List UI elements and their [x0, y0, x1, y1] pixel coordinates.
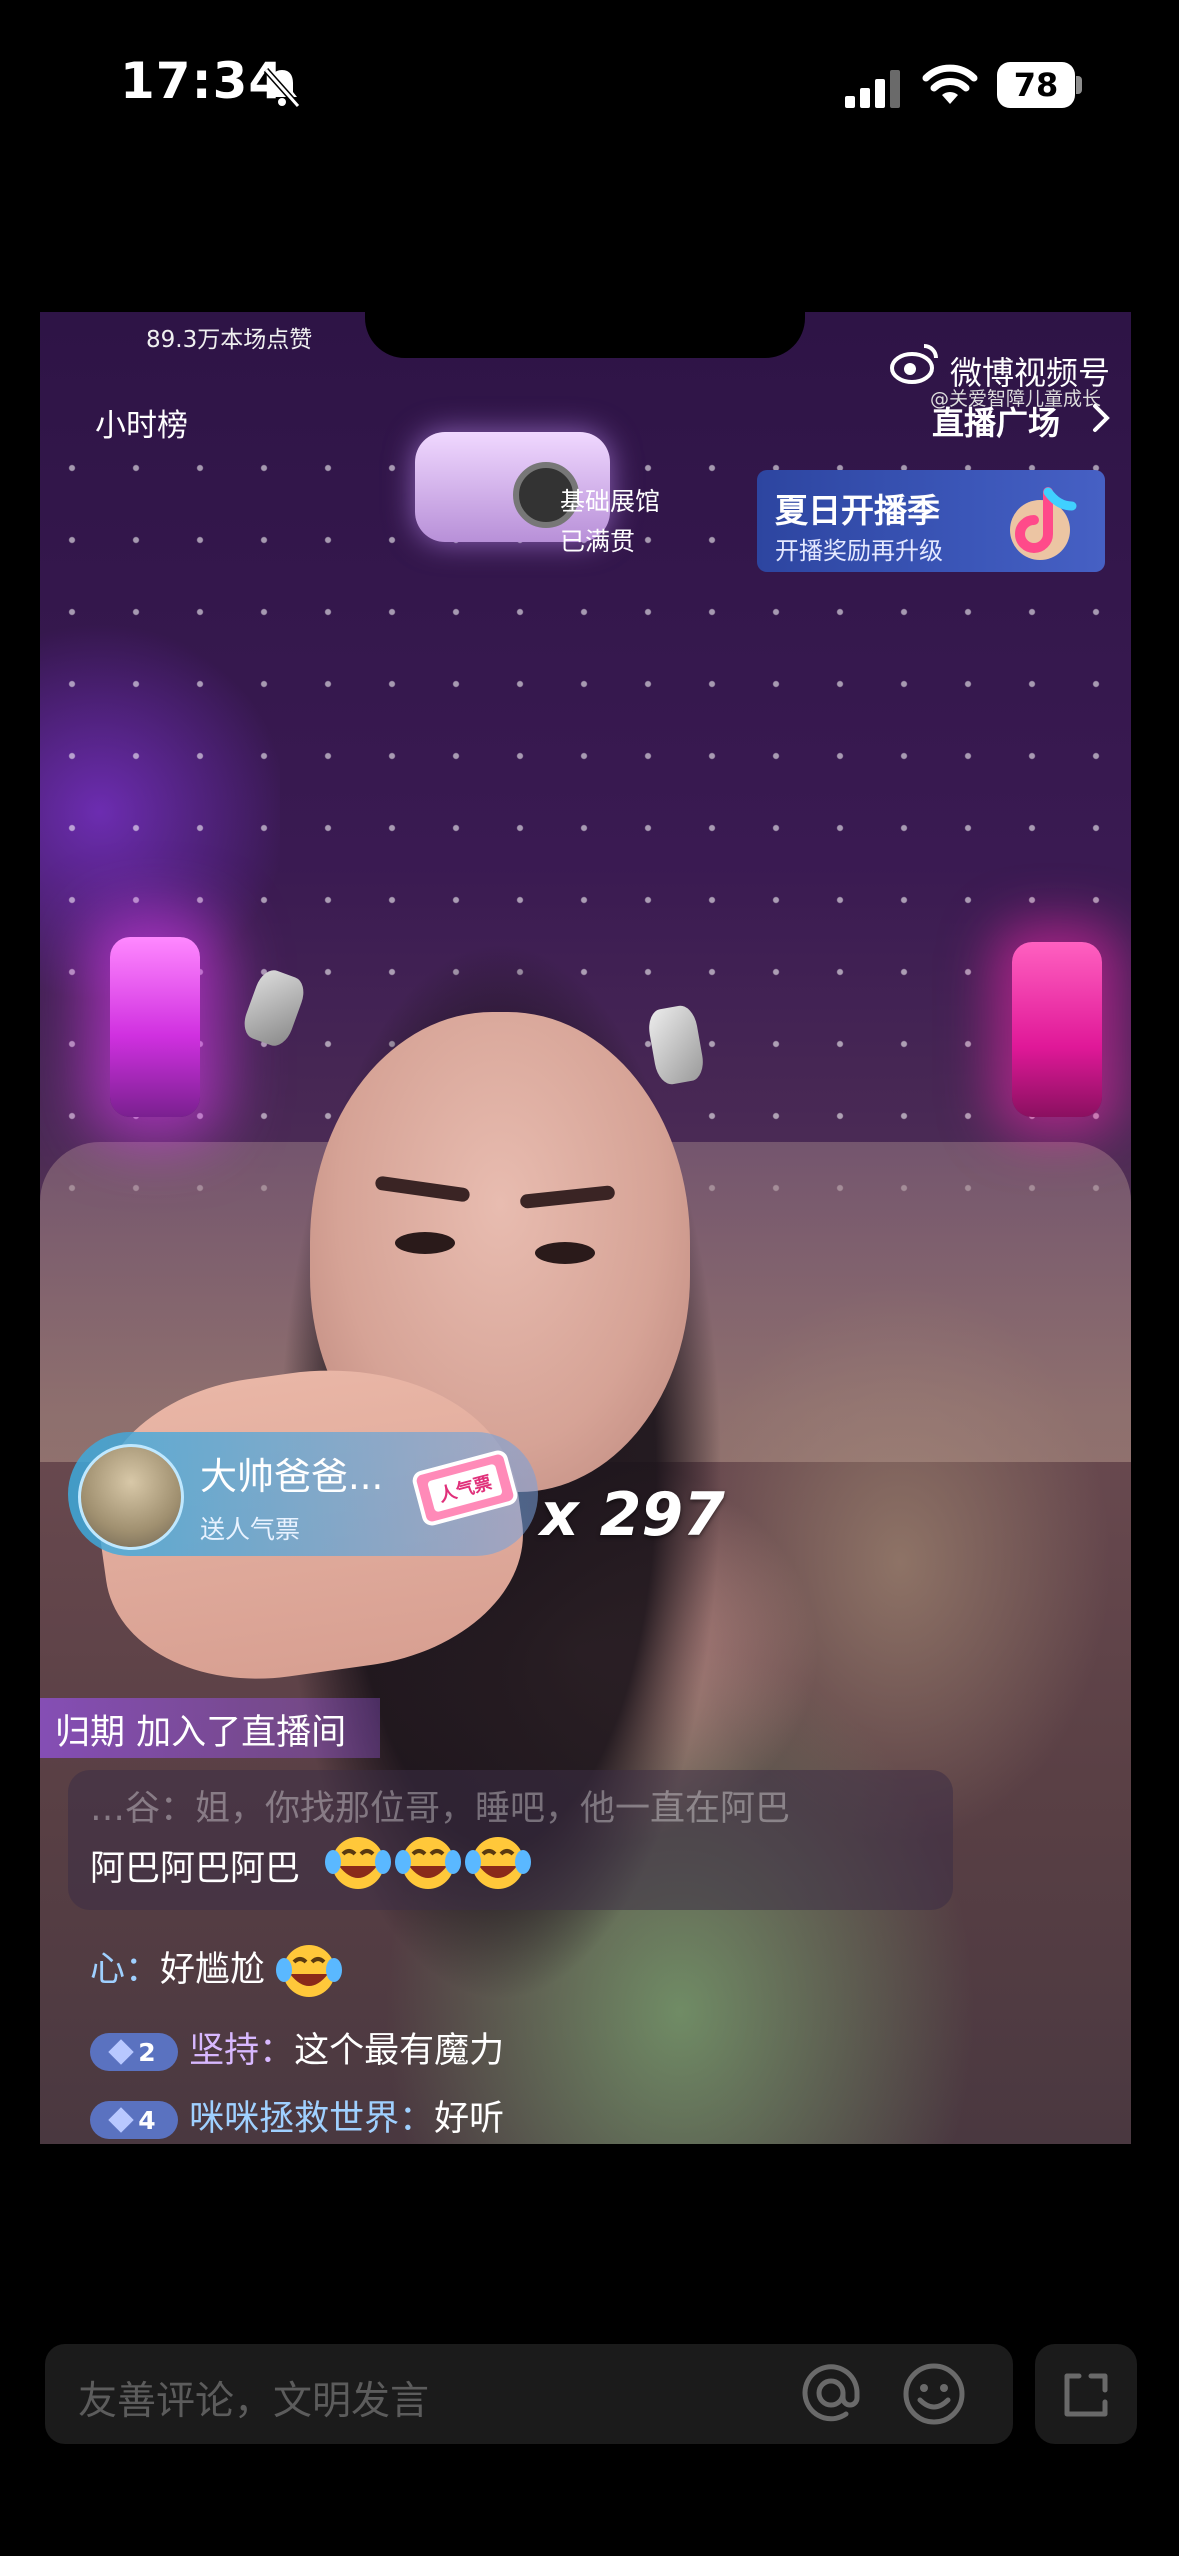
chat-separator: ：	[125, 1950, 161, 1990]
signal-icon	[845, 70, 900, 108]
laugh-cry-emoji-icon	[325, 1837, 391, 1889]
scene-sign-line2: 已满贯	[560, 527, 636, 556]
camera-notch	[365, 312, 805, 358]
level-number: 2	[138, 2037, 156, 2067]
chat-text: 好听	[434, 2099, 505, 2139]
music-note-logo-icon	[1010, 487, 1077, 560]
hour-rank-button[interactable]: 小时榜	[95, 400, 188, 445]
diamond-icon	[108, 2039, 135, 2065]
battery-tip	[1076, 76, 1082, 94]
gift-count: x 297	[540, 1480, 725, 1550]
avatar[interactable]	[78, 1444, 184, 1550]
chat-username[interactable]: 坚持	[189, 2031, 259, 2071]
chat-message-faded: …谷：姐，你找那位哥，睡吧，他一直在阿巴	[90, 1789, 791, 1829]
laugh-cry-emoji-icon	[395, 1837, 461, 1889]
level-badge: 4	[90, 2101, 178, 2139]
bell-slash-icon	[263, 68, 301, 108]
crystal-lamp-left	[110, 937, 200, 1117]
status-time: 17:34	[120, 52, 285, 110]
chat-message: 阿巴阿巴阿巴	[90, 1849, 301, 1889]
emoji-icon[interactable]	[902, 2362, 966, 2426]
promo-title: 夏日开播季	[775, 491, 940, 530]
chat-message: 4 咪咪拯救世界：好听	[90, 2090, 504, 2141]
wifi-icon	[922, 64, 978, 104]
promo-subtitle: 开播奖励再升级	[775, 537, 943, 565]
join-message: 归期 加入了直播间	[55, 1713, 347, 1753]
level-number: 4	[138, 2105, 156, 2135]
eye-right	[535, 1242, 595, 1264]
laugh-cry-emoji-icon	[465, 1837, 531, 1889]
likes-count: 89.3万本场点赞	[146, 327, 313, 353]
chat-text: 好尴尬	[160, 1950, 266, 1990]
chat-text: 这个最有魔力	[294, 2031, 505, 2071]
laugh-cry-emoji-icon	[276, 1945, 343, 1997]
expand-icon[interactable]	[1061, 2370, 1111, 2420]
chat-message: 心：好尴尬	[90, 1940, 346, 2002]
gift-sender-name: 大帅爸爸...	[200, 1455, 384, 1498]
live-square-link[interactable]: 直播广场	[932, 398, 1060, 444]
popularity-ticket-icon: 人气票	[412, 1450, 518, 1526]
at-icon[interactable]	[800, 2362, 862, 2424]
chat-username[interactable]: 心	[90, 1950, 125, 1990]
chat-message: 2 坚持：这个最有魔力	[90, 2022, 504, 2073]
scene-sign-line1: 基础展馆	[560, 487, 661, 516]
chat-separator: ：	[399, 2099, 435, 2139]
comment-placeholder[interactable]: 友善评论，文明发言	[78, 2370, 429, 2426]
crystal-lamp-right	[1012, 942, 1102, 1117]
chat-username[interactable]: 咪咪拯救世界	[189, 2099, 399, 2139]
gift-action: 送人气票	[200, 1515, 301, 1544]
diamond-icon	[108, 2107, 135, 2133]
eye-left	[395, 1232, 455, 1254]
emoji-group	[325, 1832, 535, 1898]
battery-indicator: 78	[997, 62, 1075, 108]
chevron-right-icon[interactable]	[1090, 402, 1112, 434]
level-badge: 2	[90, 2033, 178, 2071]
chat-separator: ：	[259, 2031, 295, 2071]
weibo-icon	[890, 344, 938, 384]
